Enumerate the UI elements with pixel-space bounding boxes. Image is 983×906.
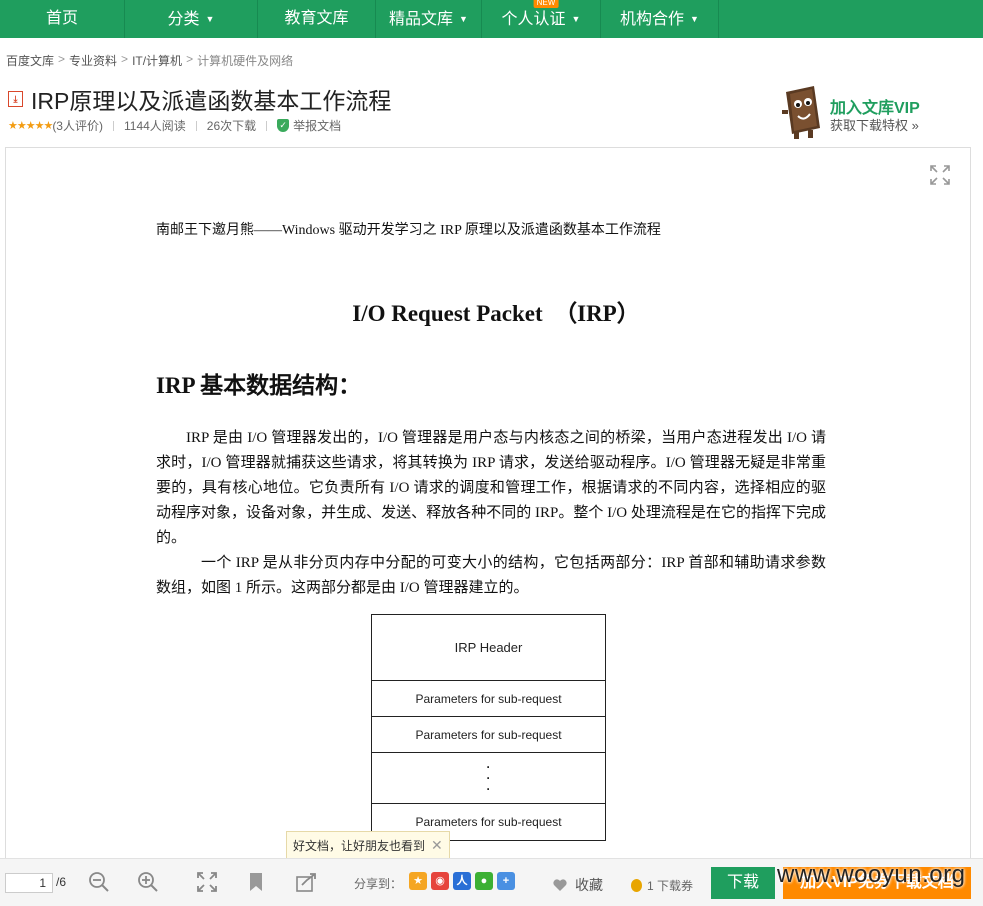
- doc-section-title: IRP 基本数据结构：: [156, 373, 362, 398]
- bookmark-icon[interactable]: [245, 871, 267, 893]
- breadcrumb-item[interactable]: 专业资料: [69, 52, 117, 69]
- chevron-right-icon: >: [186, 52, 194, 66]
- share-tooltip-text: 好文档，让好朋友也看到: [293, 839, 426, 853]
- irp-structure-diagram: IRP Header Parameters for sub-request Pa…: [371, 614, 606, 841]
- zoom-out-icon[interactable]: [88, 871, 110, 893]
- share-doc-icon[interactable]: [295, 871, 317, 893]
- nav-personal-cert[interactable]: NEW 个人认证 ▼: [482, 0, 601, 38]
- nav-category[interactable]: 分类 ▼: [125, 0, 258, 38]
- document-viewer[interactable]: 南邮王下邀月熊——Windows 驱动开发学习之 IRP 原理以及派遣函数基本工…: [5, 147, 971, 859]
- download-button[interactable]: 下载: [711, 867, 775, 899]
- breadcrumb-item[interactable]: IT/计算机: [132, 52, 182, 69]
- renren-share-icon[interactable]: 人: [453, 872, 471, 890]
- doc-main-title: I/O Request Packet （IRP）: [352, 301, 640, 326]
- breadcrumb-item[interactable]: 百度文库: [6, 52, 54, 69]
- download-count: 26次下载: [206, 119, 257, 133]
- divider: [266, 120, 268, 131]
- doc-paragraph: IRP 是由 I/O 管理器发出的，I/O 管理器是用户态与内核态之间的桥梁，当…: [156, 430, 826, 546]
- diagram-param-cell: Parameters for sub-request: [372, 681, 605, 717]
- pdf-icon: ⤓: [8, 91, 23, 107]
- diagram-irp-header: IRP Header: [372, 615, 605, 681]
- nav-home[interactable]: 首页: [0, 0, 125, 38]
- read-count: 1144人阅读: [123, 119, 186, 133]
- vip-subtitle: 获取下载特权 »: [830, 118, 919, 133]
- diagram-ellipsis: · · ·: [372, 753, 605, 804]
- share-label: 分享到：: [354, 877, 403, 891]
- vip-promo[interactable]: 加入文库VIP 获取下载特权 »: [780, 84, 940, 142]
- rating-count[interactable]: (3人评价): [52, 117, 103, 134]
- shield-icon: ✓: [277, 119, 290, 132]
- wechat-share-icon[interactable]: ●: [475, 872, 493, 890]
- more-share-icon[interactable]: +: [497, 872, 515, 890]
- new-badge: NEW: [533, 0, 559, 8]
- close-icon[interactable]: ✕: [431, 837, 443, 853]
- nav-institution-label: 机构合作: [620, 11, 685, 28]
- divider: [112, 120, 114, 131]
- doc-paragraph: 一个 IRP 是从非分页内存中分配的可变大小的结构，它包括两部分：IRP 首部和…: [156, 555, 826, 596]
- share-tooltip: 好文档，让好朋友也看到 ✕: [286, 831, 450, 859]
- divider: [195, 120, 197, 131]
- zoom-in-icon[interactable]: [137, 871, 159, 893]
- caret-down-icon: ▼: [690, 14, 699, 24]
- page-header-line: 南邮王下邀月熊——Windows 驱动开发学习之 IRP 原理以及派遣函数基本工…: [156, 223, 661, 238]
- nav-education-label: 教育文库: [284, 10, 349, 27]
- qzone-share-icon[interactable]: ★: [409, 872, 427, 890]
- report-link[interactable]: 举报文档: [293, 117, 341, 134]
- caret-down-icon: ▼: [205, 14, 215, 24]
- nav-institution[interactable]: 机构合作 ▼: [601, 0, 719, 38]
- nav-premium[interactable]: 精品文库 ▼: [376, 0, 482, 38]
- favorite-button[interactable]: 收藏: [552, 875, 603, 895]
- fullscreen-icon[interactable]: [930, 165, 950, 185]
- fit-page-icon[interactable]: [196, 871, 218, 893]
- doc-title-row: ⤓ IRP原理以及派遣函数基本工作流程: [8, 82, 391, 116]
- breadcrumb: 百度文库 > 专业资料 > IT/计算机 > 计算机硬件及网络: [6, 52, 293, 69]
- voucher-label: 1 下载券: [647, 879, 694, 893]
- favorite-label: 收藏: [575, 877, 603, 893]
- rating-stars-icon: ★★★★★: [8, 120, 53, 132]
- page-total: /6: [56, 875, 67, 889]
- nav-personal-cert-label: 个人认证: [501, 11, 566, 28]
- nav-premium-label: 精品文库: [389, 11, 454, 28]
- nav-education[interactable]: 教育文库: [258, 0, 376, 38]
- chevron-right-icon: >: [58, 52, 66, 66]
- page-number-input[interactable]: 1: [5, 873, 53, 893]
- page-title: IRP原理以及派遣函数基本工作流程: [31, 88, 392, 114]
- breadcrumb-item[interactable]: 计算机硬件及网络: [197, 52, 293, 69]
- heart-icon: [553, 879, 567, 891]
- weibo-share-icon[interactable]: ◉: [431, 872, 449, 890]
- coin-icon: [631, 879, 642, 892]
- top-nav: 首页 分类 ▼ 教育文库 精品文库 ▼ NEW 个人认证 ▼ 机构合作 ▼: [0, 0, 983, 38]
- watermark-text: www.wooyun.org: [777, 861, 966, 888]
- doc-meta: ★★★★★ (3人评价) 1144人阅读 26次下载 ✓ 举报文档: [8, 117, 341, 134]
- book-mascot-icon: [782, 86, 820, 139]
- chevron-right-icon: >: [121, 52, 129, 66]
- caret-down-icon: ▼: [459, 14, 468, 24]
- nav-category-label: 分类: [167, 11, 200, 28]
- diagram-param-cell: Parameters for sub-request: [372, 717, 605, 753]
- caret-down-icon: ▼: [571, 14, 581, 24]
- nav-home-label: 首页: [45, 10, 78, 27]
- download-voucher: 1 下载券: [631, 877, 693, 894]
